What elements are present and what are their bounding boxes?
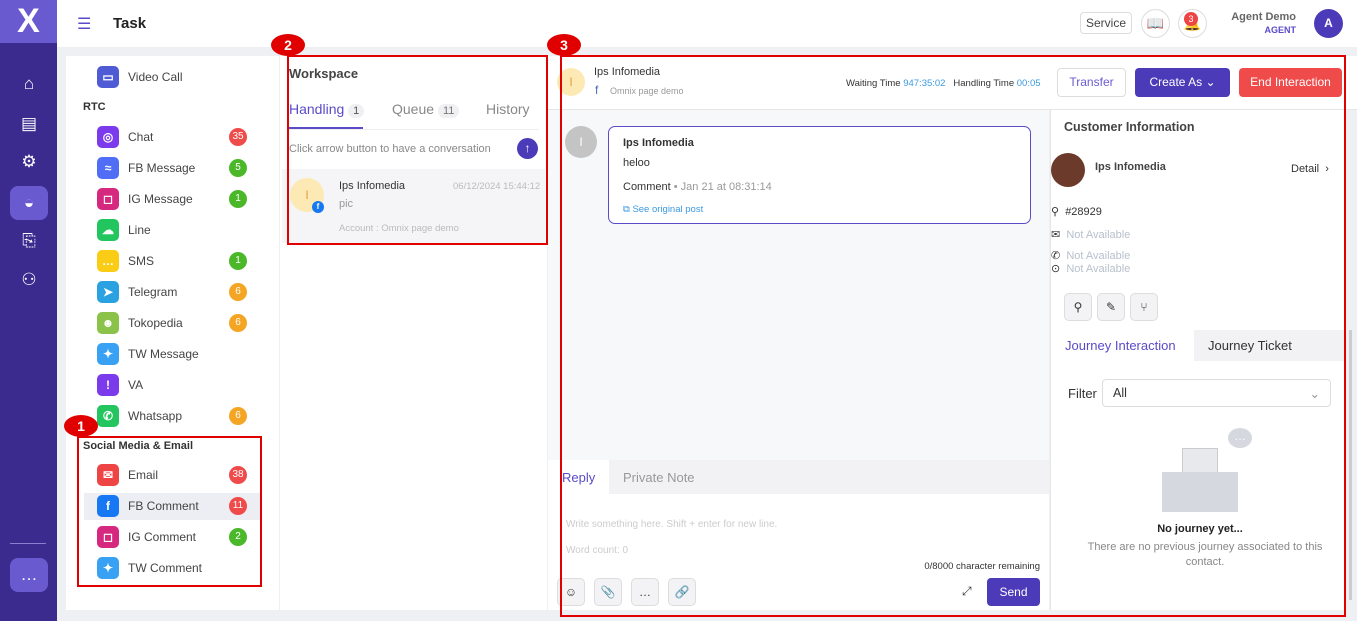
gear-icon[interactable]: ⚙ (10, 145, 48, 179)
channel-va[interactable]: ! VA (97, 373, 247, 397)
annotation-number-1: 1 (64, 415, 98, 437)
scrollbar[interactable] (1349, 330, 1352, 600)
divider (10, 543, 46, 544)
tokopedia-icon: ☻ (97, 312, 119, 334)
count-badge: 5 (229, 159, 247, 177)
telegram-icon: ➤ (97, 281, 119, 303)
channel-tw-message[interactable]: ✦ TW Message (97, 342, 247, 366)
channel-ig-message[interactable]: ◻ IG Message 1 (97, 187, 247, 211)
count-badge: 6 (229, 283, 247, 301)
count-badge: 6 (229, 314, 247, 332)
video-camera-icon: ▭ (97, 66, 119, 88)
globe-icon: ◎ (97, 126, 119, 148)
user-role: AGENT (1264, 25, 1297, 35)
channel-line[interactable]: ☁ Line (97, 218, 247, 242)
user-name: Agent Demo (1231, 11, 1296, 23)
section-rtc: RTC (83, 101, 106, 113)
notification-badge: 3 (1184, 12, 1198, 26)
channel-video-call[interactable]: ▭ Video Call (97, 65, 247, 89)
menu-toggle-icon[interactable]: ☰ (77, 14, 91, 34)
annotation-number-3: 3 (547, 34, 581, 56)
count-badge: 35 (229, 128, 247, 146)
warning-icon: ! (97, 374, 119, 396)
page-title: Task (113, 15, 147, 32)
instagram-icon: ◻ (97, 188, 119, 210)
annotation-number-2: 2 (271, 34, 305, 56)
annotation-box-1 (77, 436, 262, 587)
book-icon[interactable]: 📖 (1141, 9, 1170, 38)
service-button[interactable]: Service (1080, 12, 1132, 34)
channel-whatsapp[interactable]: ✆ Whatsapp 6 (97, 404, 247, 428)
avatar[interactable]: A (1314, 9, 1343, 38)
count-badge: 6 (229, 407, 247, 425)
channel-telegram[interactable]: ➤ Telegram 6 (97, 280, 247, 304)
channel-fb-message[interactable]: ≈ FB Message 5 (97, 156, 247, 180)
count-badge: 1 (229, 190, 247, 208)
messenger-icon: ≈ (97, 157, 119, 179)
annotation-box-3 (560, 55, 1346, 617)
home-icon[interactable]: ⌂ (10, 67, 48, 101)
document-icon[interactable]: ▤ (10, 107, 48, 141)
inbox-icon[interactable]: ◒ (10, 186, 48, 220)
sms-icon: … (97, 250, 119, 272)
whatsapp-icon: ✆ (97, 405, 119, 427)
twitter-icon: ✦ (97, 343, 119, 365)
channel-chat[interactable]: ◎ Chat 35 (97, 125, 247, 149)
count-badge: 1 (229, 252, 247, 270)
users-icon[interactable]: ⚇ (10, 263, 48, 297)
channel-tokopedia[interactable]: ☻ Tokopedia 6 (97, 311, 247, 335)
channel-sms[interactable]: … SMS 1 (97, 249, 247, 273)
chat-bubble-icon[interactable]: … (10, 558, 48, 592)
line-icon: ☁ (97, 219, 119, 241)
annotation-box-2 (287, 55, 548, 245)
ticket-icon[interactable]: ⎘ (10, 224, 48, 258)
app-logo: X (0, 0, 57, 43)
